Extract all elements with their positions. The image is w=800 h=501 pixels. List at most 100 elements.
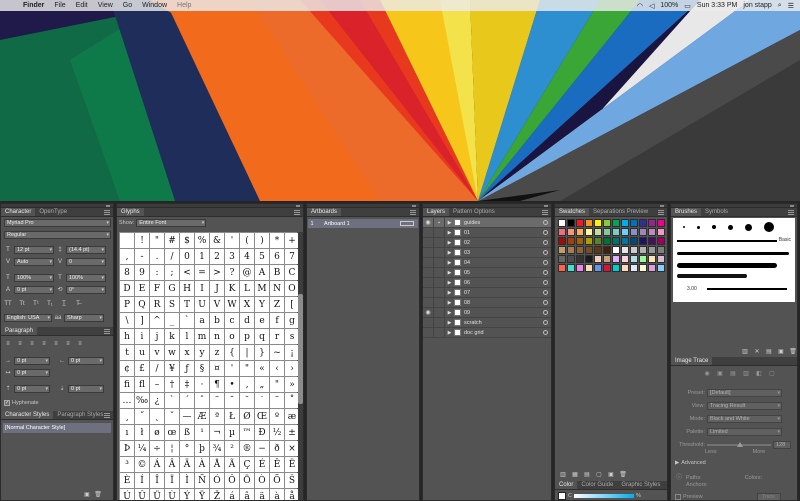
glyph-cell[interactable]: C (285, 265, 299, 280)
glyph-cell[interactable]: ´ (180, 393, 194, 408)
expand-icon[interactable]: ▶ (445, 280, 454, 286)
glyph-cell[interactable]: . (150, 249, 164, 264)
color-swatch[interactable] (639, 246, 647, 254)
glyph-cell[interactable]: K (225, 281, 239, 296)
glyph-scrollbar[interactable] (298, 232, 303, 500)
tab-pattern-options[interactable]: Pattern Options (449, 208, 499, 216)
glyph-cell[interactable]: Ł (225, 409, 239, 424)
tab-character-styles[interactable]: Character Styles (1, 411, 54, 419)
target-icon[interactable] (543, 280, 548, 285)
glyph-cell[interactable] (120, 233, 134, 248)
align-right-icon[interactable]: ≡ (28, 340, 36, 348)
glyph-cell[interactable]: J (210, 281, 224, 296)
glyph-cell[interactable]: Z (270, 297, 284, 312)
glyph-cell[interactable]: u (135, 345, 149, 360)
glyph-cell[interactable]: ł (135, 425, 149, 440)
charcoal-brush[interactable] (677, 252, 789, 255)
brush-dot[interactable] (712, 225, 716, 229)
glyph-cell[interactable]: P (120, 297, 134, 312)
glyph-cell[interactable]: ` (180, 313, 194, 328)
target-icon[interactable] (543, 230, 548, 235)
color-swatch[interactable] (585, 219, 593, 227)
collapse-icon[interactable] (296, 204, 300, 207)
glyph-cell[interactable]: æ (285, 409, 299, 424)
tab-artboards[interactable]: Artboards (307, 208, 342, 216)
eye-icon[interactable] (423, 277, 434, 288)
glyph-cell[interactable]: N (270, 281, 284, 296)
color-swatch[interactable] (657, 264, 665, 272)
tab-brushes[interactable]: Brushes (671, 208, 702, 216)
glyph-cell[interactable]: ³ (120, 457, 134, 472)
glyph-cell[interactable]: ' (225, 361, 239, 376)
glyph-cell[interactable]: « (255, 361, 269, 376)
glyph-cell[interactable]: œ (165, 425, 179, 440)
expand-icon[interactable]: ▶ (445, 300, 454, 306)
glyph-cell[interactable]: [ (285, 297, 299, 312)
glyph-cell[interactable]: = (195, 265, 209, 280)
lock-icon[interactable] (434, 227, 445, 238)
layer-row[interactable]: ▶ 08 (423, 297, 551, 308)
ink-brush[interactable] (677, 263, 777, 268)
glyph-cell[interactable]: à (270, 489, 284, 500)
glyph-cell[interactable]: x (180, 345, 194, 360)
artboard-options-icon[interactable] (400, 221, 414, 226)
glyph-cell[interactable]: ‚ (240, 377, 254, 392)
color-swatch[interactable] (612, 264, 620, 272)
glyph-cell[interactable]: / (165, 249, 179, 264)
paragraph-menu-icon[interactable] (104, 329, 110, 334)
color-swatch[interactable] (576, 237, 584, 245)
glyph-cell[interactable]: | (240, 345, 254, 360)
tracking-field[interactable]: 0 (66, 258, 106, 266)
color-swatch[interactable] (657, 246, 665, 254)
style-list-item[interactable]: [Normal Character Style] (3, 423, 111, 433)
glyph-cell[interactable]: ¼ (135, 441, 149, 456)
color-swatch[interactable] (648, 255, 656, 263)
glyph-cell[interactable]: ˙ (255, 393, 269, 408)
trace-button[interactable]: Trace (756, 493, 781, 500)
align-left-icon[interactable]: ≡ (4, 340, 12, 348)
glyph-cell[interactable]: & (210, 233, 224, 248)
tab-paragraph[interactable]: Paragraph (1, 327, 38, 335)
glyph-cell[interactable]: f (270, 313, 284, 328)
eye-icon[interactable] (423, 267, 434, 278)
color-swatch[interactable] (630, 264, 638, 272)
glyph-cell[interactable]: ˜ (210, 393, 224, 408)
first-line-indent-field[interactable]: 0 pt (14, 369, 50, 377)
glyph-cell[interactable]: c (225, 313, 239, 328)
glyph-cell[interactable]: { (225, 345, 239, 360)
collapse-icon[interactable] (106, 204, 110, 207)
grayscale-icon[interactable]: ▥ (742, 370, 750, 378)
remove-stroke-icon[interactable]: ✕ (753, 348, 761, 356)
glyph-cell[interactable]: # (165, 233, 179, 248)
glyph-cell[interactable]: 9 (135, 265, 149, 280)
glyph-cell[interactable]: Þ (120, 441, 134, 456)
color-swatch[interactable] (558, 246, 566, 254)
glyph-cell[interactable]: } (255, 345, 269, 360)
glyph-cell[interactable]: E (135, 281, 149, 296)
expand-icon[interactable]: ▶ (445, 310, 454, 316)
glyph-cell[interactable]: ‰ (135, 393, 149, 408)
cyan-slider[interactable] (573, 494, 634, 498)
glyph-cell[interactable]: » (285, 377, 299, 392)
color-swatch[interactable] (603, 264, 611, 272)
glyph-cell[interactable]: A (255, 265, 269, 280)
color-swatch[interactable] (594, 255, 602, 263)
glyph-cell[interactable]: m (195, 329, 209, 344)
glyph-cell[interactable]: × (285, 441, 299, 456)
glyph-cell[interactable]: ¢ (120, 361, 134, 376)
expand-icon[interactable]: ▶ (445, 320, 454, 326)
glyph-cell[interactable]: - (135, 249, 149, 264)
color-swatch[interactable] (630, 219, 638, 227)
glyph-cell[interactable]: Á (150, 457, 164, 472)
glyph-cell[interactable]: O (285, 281, 299, 296)
glyph-cell[interactable]: ¥ (165, 361, 179, 376)
target-icon[interactable] (543, 290, 548, 295)
color-swatch[interactable] (585, 255, 593, 263)
glyph-cell[interactable]: s (285, 329, 299, 344)
glyph-cell[interactable]: B (270, 265, 284, 280)
glyph-cell[interactable]: " (270, 377, 284, 392)
glyph-cell[interactable]: ^ (150, 313, 164, 328)
glyph-cell[interactable]: 5 (255, 249, 269, 264)
glyph-cell[interactable]: ‡ (180, 377, 194, 392)
menu-view[interactable]: View (93, 2, 118, 9)
